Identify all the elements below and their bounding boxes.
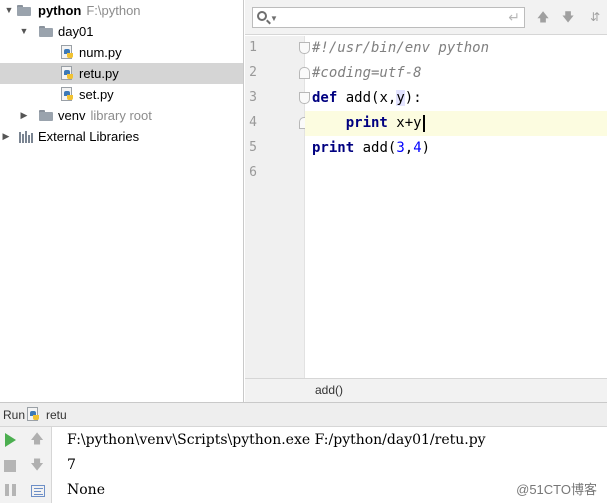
line-number: 5 (249, 140, 257, 155)
find-all-button[interactable]: ⇵ (587, 8, 603, 26)
tree-item-label: venv (58, 108, 86, 123)
tree-item-venv[interactable]: ▶ venv library root (0, 105, 243, 126)
tree-item-label: day01 (58, 24, 94, 39)
project-tree-panel: ▼ python F:\python ▼ day01 num.py retu.py… (0, 0, 244, 402)
console-line: F:\python\venv\Scripts\python.exe F:/pyt… (67, 432, 486, 448)
fold-marker-icon[interactable] (299, 42, 310, 54)
run-panel-title: Run (3, 408, 26, 422)
run-tab-retu[interactable]: retu (46, 408, 67, 422)
line-number: 3 (249, 90, 257, 105)
down-arrow-icon[interactable]: 🡇 (28, 456, 46, 474)
code-editor[interactable]: ▼ ↵ 🡅 🡇 ⇵ 1 2 3 4 5 6 #!/usr/bin/env pyt… (245, 0, 607, 402)
search-input[interactable]: ▼ ↵ (252, 7, 525, 28)
enter-icon: ↵ (508, 9, 520, 25)
folder-icon (17, 5, 31, 16)
tree-item-retu-py[interactable]: retu.py (0, 63, 243, 84)
code-line: def add(x,y): (312, 90, 422, 106)
tree-item-num-py[interactable]: num.py (0, 42, 243, 63)
chevron-down-icon[interactable]: ▼ (3, 0, 15, 21)
soft-wrap-icon[interactable] (31, 485, 45, 497)
next-occurrence-button[interactable]: 🡇 (560, 8, 576, 26)
tree-item-python-root[interactable]: ▼ python F:\python (0, 0, 243, 21)
tree-item-external-libraries[interactable]: ▶ External Libraries (0, 126, 243, 147)
pause-icon[interactable] (2, 482, 20, 500)
line-number: 2 (249, 65, 257, 80)
watermark: @51CTO博客 (516, 482, 597, 497)
run-toolbar: 🡅 🡇 (0, 427, 52, 503)
text-cursor (422, 114, 425, 132)
line-number: 1 (249, 40, 257, 55)
project-name: python (38, 3, 82, 18)
python-file-icon (61, 87, 74, 102)
library-root-label: library root (90, 108, 152, 123)
folder-icon (39, 110, 53, 121)
chevron-right-icon[interactable]: ▶ (0, 126, 12, 147)
code-line: #coding=utf-8 (312, 65, 422, 81)
dropdown-arrow-icon[interactable]: ▼ (270, 14, 278, 23)
tree-item-day01[interactable]: ▼ day01 (0, 21, 243, 42)
stop-icon[interactable] (4, 460, 16, 472)
library-icon (19, 131, 33, 143)
line-number: 4 (249, 115, 257, 130)
previous-occurrence-button[interactable]: 🡅 (535, 8, 551, 26)
tree-item-label: External Libraries (38, 129, 140, 144)
python-file-icon (61, 66, 74, 81)
project-path: F:\python (86, 3, 141, 18)
fold-marker-icon[interactable] (299, 92, 310, 104)
breadcrumb: add() (245, 378, 607, 402)
code-line-current: print x+y (305, 111, 607, 136)
tree-item-label: retu.py (79, 66, 119, 81)
console-line: 7 (67, 457, 76, 473)
run-panel-header: Run retu (0, 402, 607, 427)
code-area[interactable]: #!/usr/bin/env python #coding=utf-8 def … (305, 36, 607, 378)
tree-item-label: set.py (79, 87, 114, 102)
find-toolbar: ▼ ↵ 🡅 🡇 ⇵ (245, 0, 607, 35)
up-arrow-icon[interactable]: 🡅 (28, 430, 46, 448)
code-line: print add(3,4) (312, 140, 431, 156)
python-file-icon (27, 407, 40, 422)
tree-item-set-py[interactable]: set.py (0, 84, 243, 105)
code-line: #!/usr/bin/env python (312, 40, 490, 56)
rerun-play-icon[interactable] (5, 433, 16, 447)
tree-item-label: num.py (79, 45, 122, 60)
python-file-icon (61, 45, 74, 60)
search-icon[interactable] (257, 11, 267, 21)
breadcrumb-item[interactable]: add() (315, 383, 343, 397)
editor-gutter: 1 2 3 4 5 6 (245, 36, 310, 378)
chevron-down-icon[interactable]: ▼ (18, 21, 30, 42)
line-number: 6 (249, 165, 257, 180)
console-line: None (67, 482, 105, 498)
chevron-right-icon[interactable]: ▶ (18, 105, 30, 126)
fold-marker-icon[interactable] (299, 67, 310, 79)
folder-icon (39, 26, 53, 37)
